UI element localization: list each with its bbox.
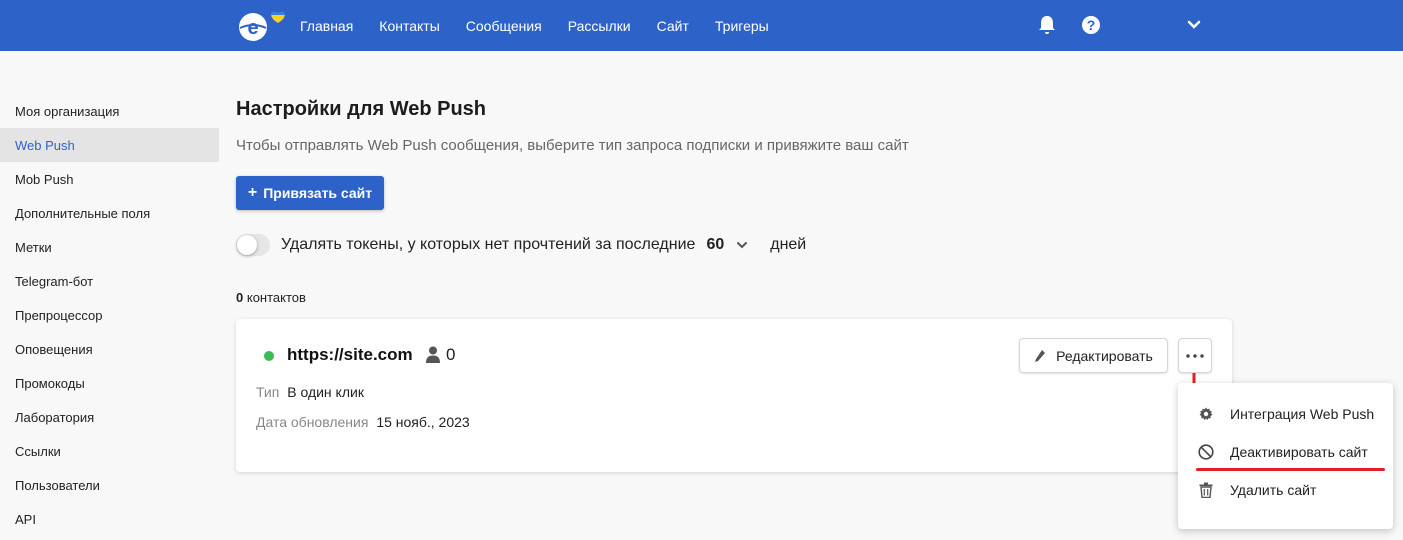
help-icon[interactable]: ? xyxy=(1080,14,1102,36)
menu-item-label: Удалить сайт xyxy=(1230,482,1317,498)
site-card: https://site.com 0 Тип В один клик Дата … xyxy=(236,319,1232,472)
bell-icon[interactable] xyxy=(1036,14,1058,36)
pencil-icon xyxy=(1034,349,1046,363)
bind-site-button[interactable]: + Привязать сайт xyxy=(236,176,384,210)
menu-item-delete-site[interactable]: Удалить сайт xyxy=(1178,473,1393,507)
subscriber-count: 0 xyxy=(446,345,456,364)
sidebar-item-users[interactable]: Пользователи xyxy=(0,468,219,502)
status-indicator xyxy=(264,351,274,361)
site-actions-menu: Интеграция Web Push Деактивировать сайт … xyxy=(1178,383,1393,529)
sidebar-item-laboratory[interactable]: Лаборатория xyxy=(0,400,219,434)
page-subtitle: Чтобы отправлять Web Push сообщения, выб… xyxy=(236,137,909,154)
edit-site-label: Редактировать xyxy=(1056,347,1153,364)
nav-mailings[interactable]: Рассылки xyxy=(568,18,631,34)
nav-contacts[interactable]: Контакты xyxy=(379,18,439,34)
contacts-count-value: 0 xyxy=(236,290,244,305)
site-type-value: В один клик xyxy=(287,384,364,400)
sidebar-item-organization[interactable]: Моя организация xyxy=(0,94,219,128)
days-unit-label: дней xyxy=(770,236,807,253)
edit-site-button[interactable]: Редактировать xyxy=(1019,338,1168,373)
chevron-down-icon[interactable] xyxy=(1183,14,1205,36)
trash-icon xyxy=(1197,481,1215,499)
menu-item-web-push-integration[interactable]: Интеграция Web Push xyxy=(1178,397,1393,431)
contacts-count-label: контактов xyxy=(246,290,306,305)
more-options-button[interactable] xyxy=(1178,338,1212,373)
svg-text:e: e xyxy=(247,17,258,39)
settings-sidebar: Моя организация Web Push Mob Push Дополн… xyxy=(0,94,219,536)
nav-triggers[interactable]: Тригеры xyxy=(715,18,769,34)
days-select-value[interactable]: 60 xyxy=(706,236,724,254)
block-icon xyxy=(1197,443,1215,461)
sidebar-item-api[interactable]: API xyxy=(0,502,219,536)
main-nav: Главная Контакты Сообщения Рассылки Сайт… xyxy=(300,0,795,51)
sidebar-item-links[interactable]: Ссылки xyxy=(0,434,219,468)
svg-text:?: ? xyxy=(1087,17,1096,33)
chevron-down-icon[interactable] xyxy=(736,241,750,249)
more-dots-icon xyxy=(1186,353,1204,358)
page-title: Настройки для Web Push xyxy=(236,98,487,120)
site-type: Тип В один клик xyxy=(256,384,364,400)
site-updated-label: Дата обновления xyxy=(256,414,369,430)
site-updated: Дата обновления 15 нояб., 2023 xyxy=(256,414,470,430)
menu-item-label: Деактивировать сайт xyxy=(1230,444,1368,460)
site-type-label: Тип xyxy=(256,384,280,400)
contacts-count: 0 контактов xyxy=(236,290,306,305)
token-cleanup-setting: Удалять токены, у которых нет прочтений … xyxy=(236,233,806,257)
sidebar-item-telegram-bot[interactable]: Telegram-бот xyxy=(0,264,219,298)
sidebar-item-tags[interactable]: Метки xyxy=(0,230,219,264)
sidebar-item-extra-fields[interactable]: Дополнительные поля xyxy=(0,196,219,230)
nav-messages[interactable]: Сообщения xyxy=(466,18,542,34)
site-updated-value: 15 нояб., 2023 xyxy=(376,414,470,430)
sidebar-item-promocodes[interactable]: Промокоды xyxy=(0,366,219,400)
sidebar-item-notifications[interactable]: Оповещения xyxy=(0,332,219,366)
gear-icon xyxy=(1197,405,1215,423)
menu-item-label: Интеграция Web Push xyxy=(1230,406,1375,422)
token-cleanup-text: Удалять токены, у которых нет прочтений … xyxy=(281,236,696,253)
site-url: https://site.com xyxy=(287,345,413,364)
sidebar-item-mob-push[interactable]: Mob Push xyxy=(0,162,219,196)
nav-home[interactable]: Главная xyxy=(300,18,353,34)
bind-site-label: Привязать сайт xyxy=(263,185,373,201)
toggle-knob xyxy=(237,235,257,255)
highlight-underline xyxy=(1196,468,1385,471)
sidebar-item-preprocessor[interactable]: Препроцессор xyxy=(0,298,219,332)
plus-icon: + xyxy=(247,184,258,201)
token-cleanup-toggle[interactable] xyxy=(236,234,270,256)
nav-site[interactable]: Сайт xyxy=(657,18,689,34)
sidebar-item-web-push[interactable]: Web Push xyxy=(0,128,219,162)
top-navbar: e Главная Контакты Сообщения Рассылки Са… xyxy=(0,0,1403,51)
menu-item-deactivate-site[interactable]: Деактивировать сайт xyxy=(1178,435,1393,469)
user-icon xyxy=(426,346,440,363)
logo-icon[interactable]: e xyxy=(238,8,286,44)
